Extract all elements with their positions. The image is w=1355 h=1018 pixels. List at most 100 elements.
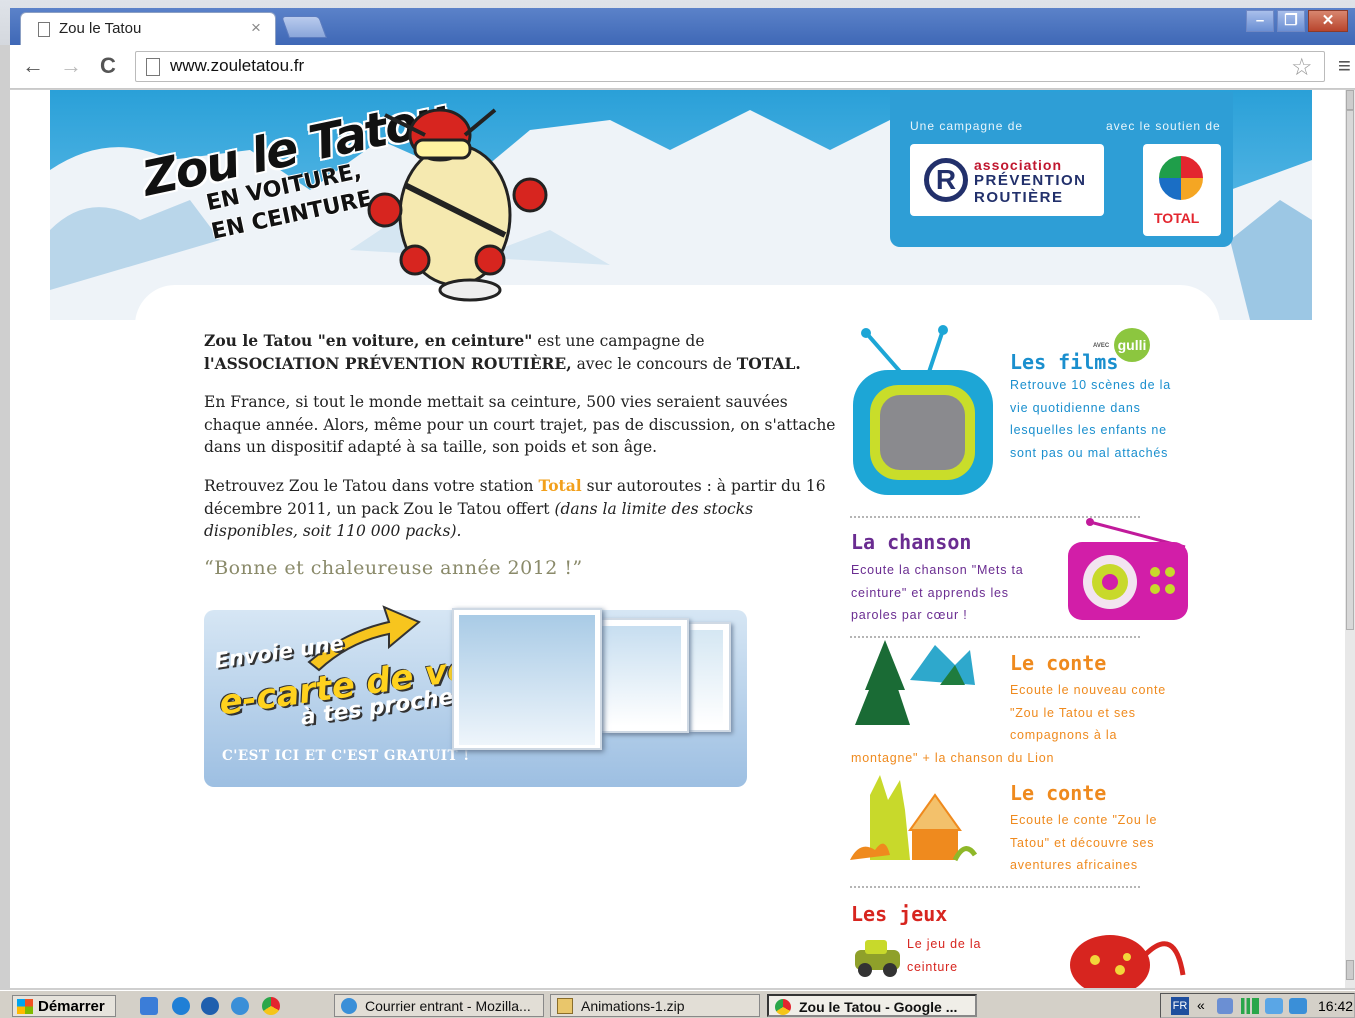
section-desc-jeux: Le jeu de la ceinture — [907, 933, 981, 978]
gulli-avec-label: AVEC — [1093, 343, 1110, 349]
desc-line: aventures africaines — [1010, 858, 1138, 872]
minimize-button[interactable]: – — [1246, 10, 1274, 32]
intro-paragraph-1: Zou le Tatou "en voiture, en ceinture" e… — [204, 330, 844, 375]
partners-box: Une campagne de avec le soutien de R ass… — [890, 92, 1233, 247]
tab-close-icon[interactable]: × — [251, 18, 261, 38]
back-arrow-icon[interactable]: ← — [22, 53, 44, 79]
desc-line: Ecoute le conte "Zou le — [1010, 813, 1158, 827]
ecard-banner[interactable]: Envoie une e-carte de vœux à tes proches… — [204, 605, 747, 787]
page-icon — [146, 58, 160, 76]
desc-line: Le jeu de la — [907, 937, 982, 951]
apr-r-icon: R — [924, 158, 968, 202]
chrome-quicklaunch-icon[interactable] — [262, 997, 280, 1015]
tab-title: Zou le Tatou — [59, 20, 142, 37]
tv-icon[interactable] — [848, 325, 998, 500]
tray-app-icon[interactable] — [1289, 998, 1307, 1014]
address-bar[interactable]: www.zouletatou.fr ☆ — [135, 51, 1325, 82]
total-name: TOTAL. — [736, 353, 801, 373]
desc-line: Ecoute la chanson "Mets ta — [851, 563, 1024, 577]
section-desc-conte-montagne: Ecoute le nouveau conte "Zou le Tatou et… — [1010, 679, 1166, 747]
new-tab-button[interactable] — [280, 16, 328, 38]
intro-paragraph-3: Retrouvez Zou le Tatou dans votre statio… — [204, 475, 844, 543]
gulli-logo: gulli — [1114, 328, 1150, 362]
browser-toolbar: ← → C www.zouletatou.fr ☆ ≡ — [10, 45, 1355, 89]
bookmark-star-icon[interactable]: ☆ — [1291, 53, 1313, 82]
internet-explorer-icon[interactable] — [172, 997, 190, 1015]
desc-line: sont pas ou mal attachés — [1010, 445, 1169, 460]
savanna-hut-icon[interactable] — [850, 770, 980, 870]
dropbox-icon[interactable] — [1265, 998, 1283, 1014]
section-title-chanson[interactable]: La chanson — [851, 530, 971, 554]
speaker-icon[interactable] — [1217, 998, 1233, 1014]
desc-line: ceinture" et apprends les — [851, 585, 1009, 600]
desc-line: Tatou" et découvre ses — [1010, 835, 1155, 850]
text: est une campagne de — [532, 332, 705, 350]
network-signal-icon[interactable] — [1241, 998, 1259, 1014]
media-player-icon[interactable] — [201, 997, 219, 1015]
close-window-button[interactable]: ✕ — [1308, 10, 1348, 32]
radio-icon[interactable] — [1065, 517, 1190, 622]
scrollbar-thumb[interactable] — [1346, 110, 1354, 630]
maximize-button[interactable]: ❐ — [1277, 10, 1305, 32]
association-name: l'ASSOCIATION PRÉVENTION ROUTIÈRE, — [204, 353, 572, 373]
section-desc-conte-afrique: Ecoute le conte "Zou le Tatou" et découv… — [1010, 809, 1157, 877]
clock[interactable]: 16:42 — [1318, 998, 1353, 1014]
armadillo-mascot-illustration — [367, 108, 548, 302]
apr-prevention-text: PRÉVENTION — [974, 172, 1087, 189]
menu-icon[interactable]: ≡ — [1338, 53, 1351, 79]
scroll-down-button[interactable] — [1346, 960, 1354, 980]
scroll-up-button[interactable] — [1346, 90, 1354, 110]
total-emblem-icon — [1157, 154, 1205, 202]
desc-line: Ecoute le nouveau conte — [1010, 683, 1167, 697]
page-icon — [38, 22, 50, 37]
total-logo[interactable]: TOTAL — [1143, 144, 1221, 236]
taskbar-item-label: Zou le Tatou - Google ... — [799, 999, 958, 1015]
zip-folder-icon — [557, 998, 573, 1014]
section-desc-chanson: Ecoute la chanson "Mets ta ceinture" et … — [851, 559, 1024, 627]
apr-routiere-text: ROUTIÈRE — [974, 189, 1064, 206]
forward-arrow-icon[interactable]: → — [60, 53, 82, 79]
car-icon[interactable] — [850, 935, 905, 985]
taskbar-item-label: Animations-1.zip — [581, 998, 685, 1014]
ecard-cta[interactable]: C'EST ICI ET C'EST GRATUIT ! — [222, 748, 470, 764]
system-tray: FR « 16:42 — [1160, 993, 1355, 1018]
thunderbird-icon[interactable] — [231, 997, 249, 1015]
taskbar-item-chrome[interactable]: Zou le Tatou - Google ... — [767, 994, 977, 1017]
ecard-preview-1 — [452, 608, 602, 750]
start-button[interactable]: Démarrer — [12, 995, 116, 1017]
section-title-films[interactable]: Les films — [1010, 350, 1118, 374]
section-desc-films: Retrouve 10 scènes de la vie quotidienne… — [1010, 374, 1171, 464]
language-indicator[interactable]: FR — [1171, 997, 1189, 1015]
total-wordmark: TOTAL — [1154, 210, 1200, 226]
game-joystick-icon[interactable] — [1065, 925, 1190, 988]
show-desktop-icon[interactable] — [140, 997, 158, 1015]
windows-logo-icon — [17, 999, 33, 1014]
tray-expand-icon[interactable]: « — [1197, 997, 1205, 1013]
desc-line: lesquelles les enfants ne — [1010, 423, 1167, 437]
desc-line: vie quotidienne dans — [1010, 400, 1141, 415]
thunderbird-icon — [341, 998, 357, 1014]
desc-line: "Zou le Tatou et ses — [1010, 705, 1136, 720]
divider — [850, 886, 1140, 888]
mountain-tree-icon[interactable] — [850, 640, 980, 730]
supported-by-label: avec le soutien de — [1106, 119, 1221, 133]
new-year-wish: “Bonne et chaleureuse année 2012 !” — [204, 557, 583, 579]
total-highlight: Total — [538, 476, 582, 495]
intro-paragraph-2: En France, si tout le monde mettait sa c… — [204, 393, 836, 456]
reload-icon[interactable]: C — [100, 53, 116, 79]
section-title-conte-montagne[interactable]: Le conte — [1010, 651, 1106, 675]
prevention-routiere-logo[interactable]: R association PRÉVENTION ROUTIÈRE — [910, 144, 1104, 216]
scrollbar[interactable] — [1345, 90, 1355, 988]
chrome-icon — [775, 999, 791, 1015]
page-viewport: Zou le Tatou EN VOITURE, EN CEINTURE Une… — [10, 90, 1345, 988]
text: avec le concours de — [571, 354, 737, 373]
tab-active[interactable]: Zou le Tatou × — [20, 12, 276, 45]
text: Retrouvez Zou le Tatou dans votre statio… — [204, 477, 539, 495]
apr-association-text: association — [974, 157, 1063, 173]
taskbar-item-zip[interactable]: Animations-1.zip — [550, 994, 760, 1017]
url-text[interactable]: www.zouletatou.fr — [170, 56, 304, 76]
taskbar-item-mail[interactable]: Courrier entrant - Mozilla... — [334, 994, 544, 1017]
section-title-jeux[interactable]: Les jeux — [851, 902, 947, 926]
section-title-conte-afrique[interactable]: Le conte — [1010, 781, 1106, 805]
desc-line: Retrouve 10 scènes de la — [1010, 378, 1171, 392]
